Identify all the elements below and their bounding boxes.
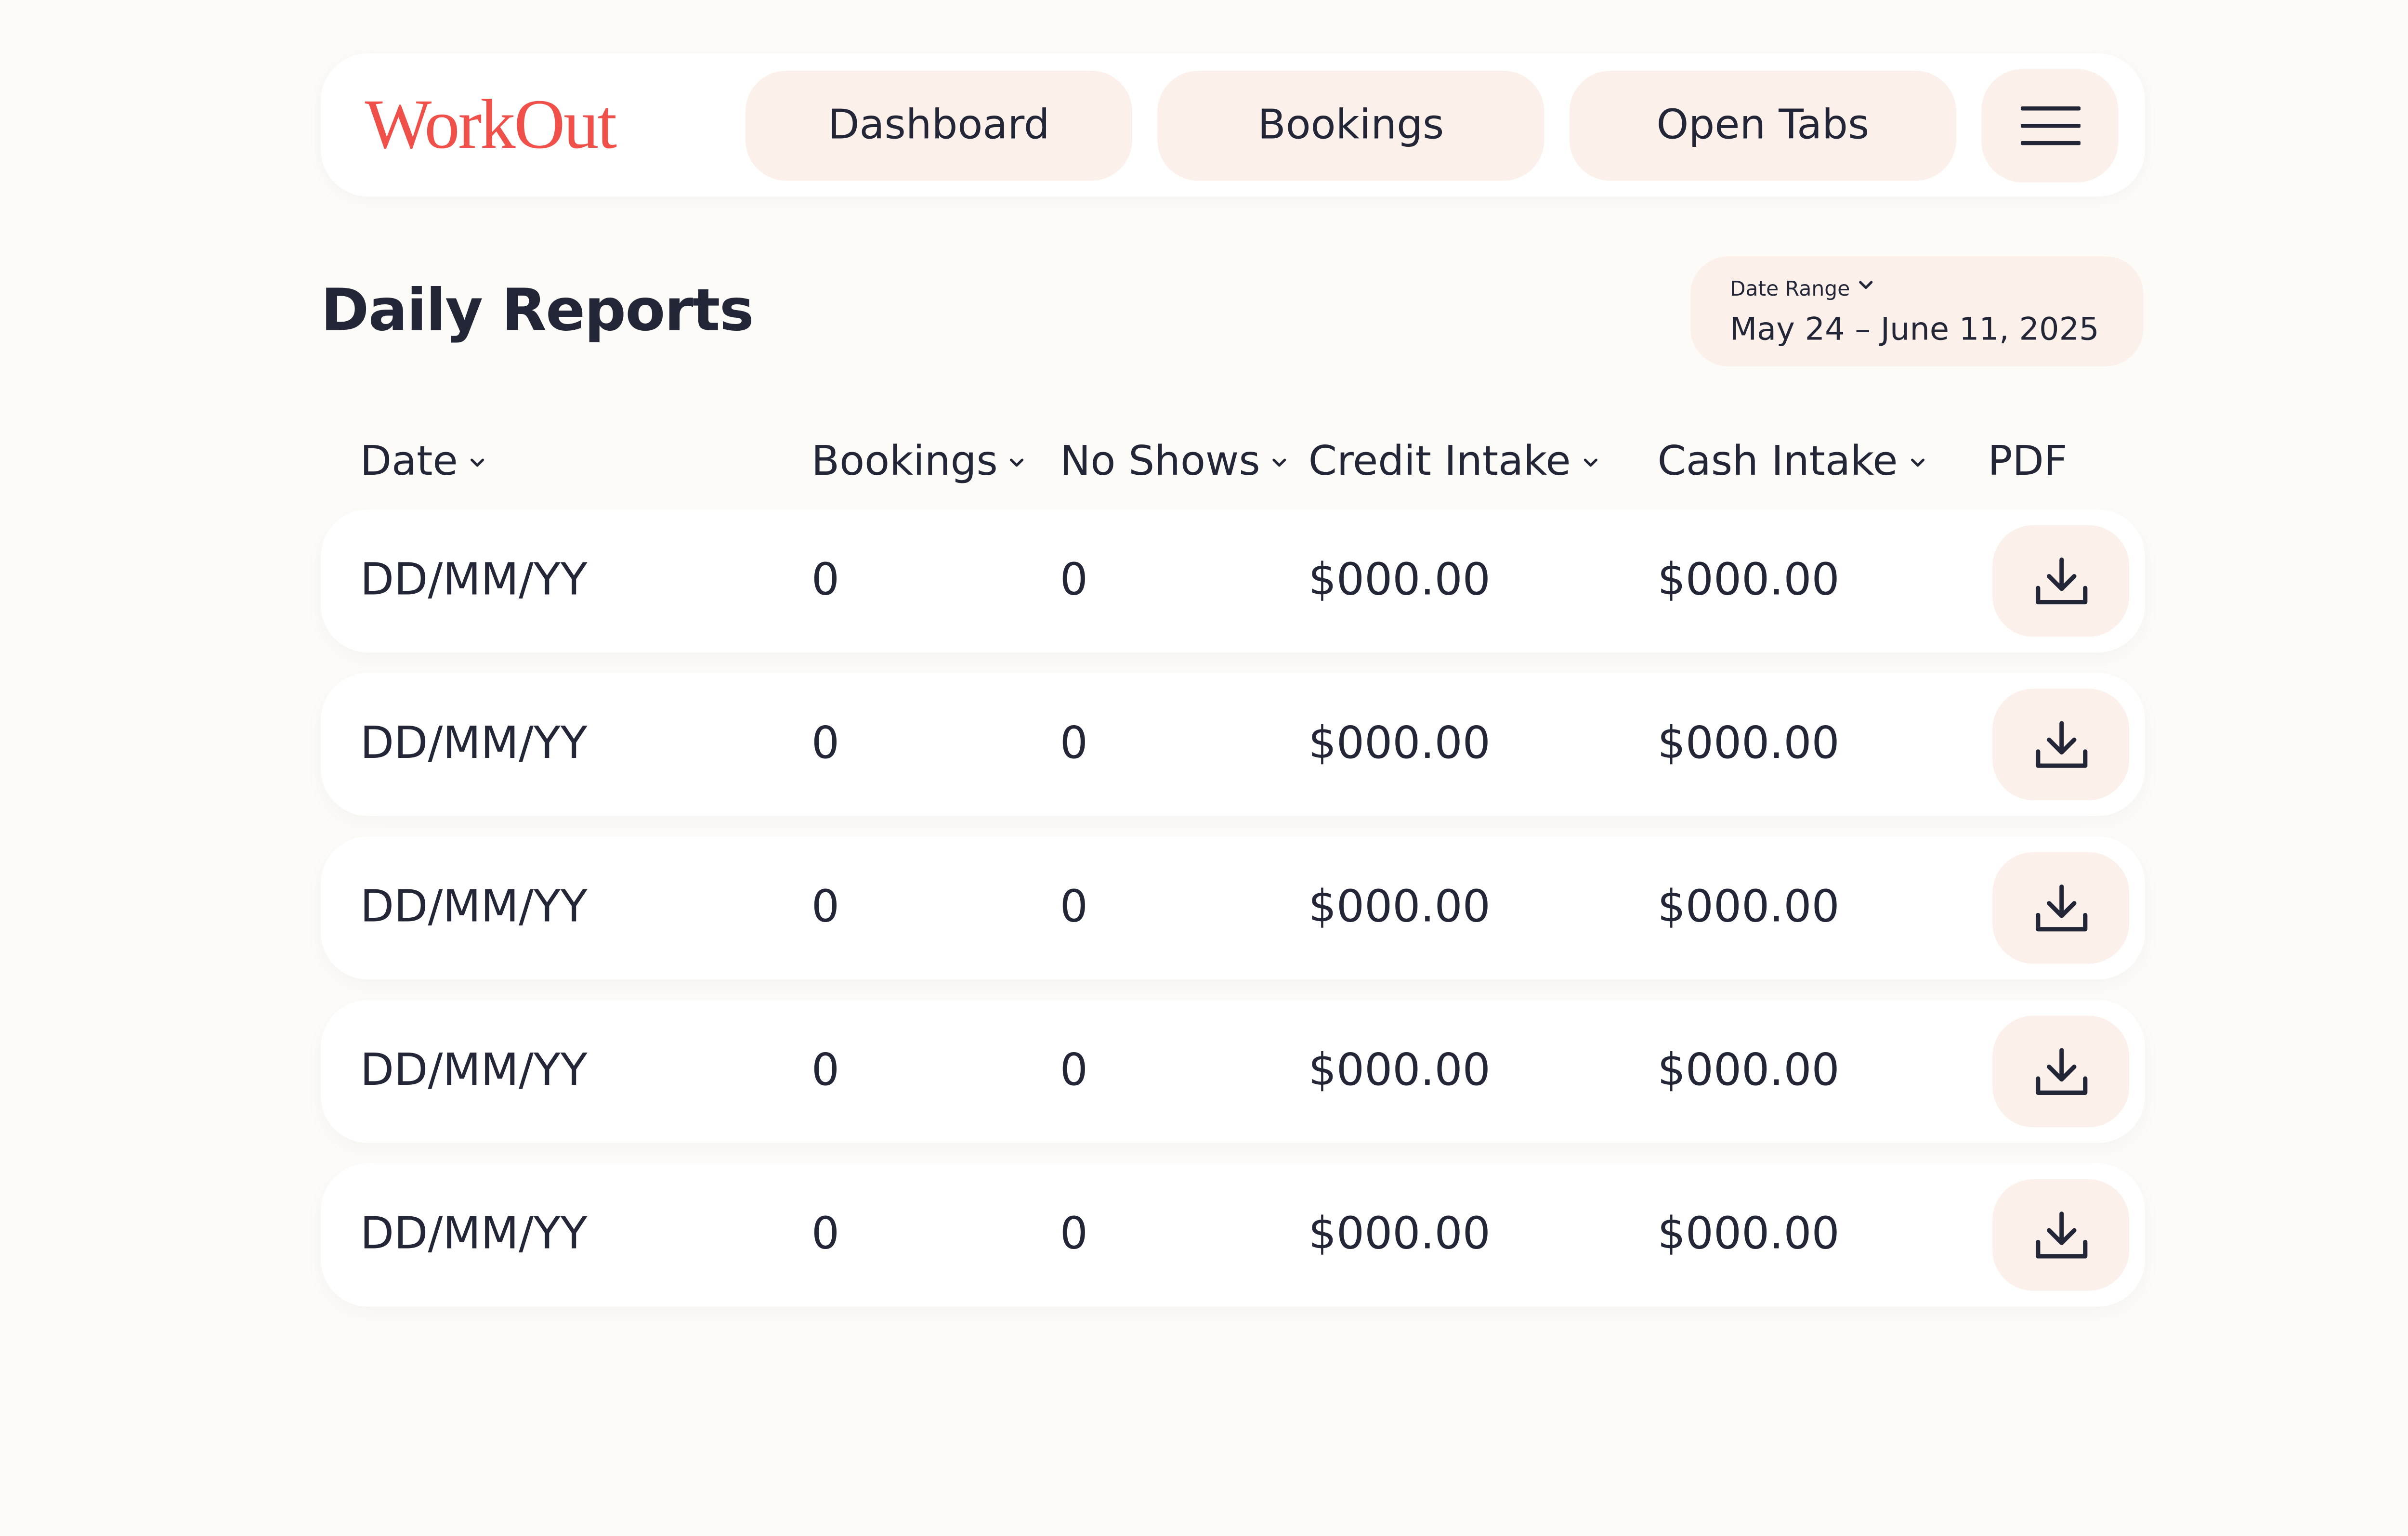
column-header-credit-intake[interactable]: Credit Intake: [1309, 439, 1597, 486]
cell-credit-intake: $000.00: [1308, 1207, 1491, 1260]
download-icon: [2035, 557, 2087, 604]
cell-bookings: 0: [811, 553, 840, 606]
cell-bookings: 0: [811, 716, 840, 769]
column-header-cash-intake-label: Cash Intake: [1657, 439, 1898, 486]
column-header-date-label: Date: [360, 439, 458, 486]
cell-cash-intake: $000.00: [1657, 1044, 1840, 1096]
cell-no-shows: 0: [1060, 716, 1088, 769]
cell-date: DD/MM/YY: [360, 1207, 588, 1260]
hamburger-menu-icon: [2020, 106, 2080, 145]
date-range-value: May 24 – June 11, 2025: [1729, 310, 2099, 348]
pdf-download-button[interactable]: [1992, 689, 2130, 801]
cell-date: DD/MM/YY: [360, 880, 588, 933]
table-row: DD/MM/YY 0 0 $000.00 $000.00: [321, 509, 2145, 653]
cell-date: DD/MM/YY: [360, 1044, 588, 1096]
cell-no-shows: 0: [1060, 553, 1088, 606]
column-header-pdf-label: PDF: [1988, 439, 2068, 486]
chevron-down-icon: [1911, 457, 1924, 466]
table-row: DD/MM/YY 0 0 $000.00 $000.00: [321, 673, 2145, 816]
chevron-down-icon: [1010, 457, 1024, 466]
cell-cash-intake: $000.00: [1657, 880, 1840, 933]
cell-credit-intake: $000.00: [1308, 880, 1491, 933]
chevron-down-icon: [1859, 281, 1873, 289]
date-range-label: Date Range: [1729, 278, 1850, 302]
table-row: DD/MM/YY 0 0 $000.00 $000.00: [321, 836, 2145, 980]
pdf-download-button[interactable]: [1992, 525, 2130, 637]
column-header-cash-intake[interactable]: Cash Intake: [1658, 439, 1924, 486]
cell-cash-intake: $000.00: [1657, 716, 1840, 769]
cell-bookings: 0: [811, 1207, 840, 1260]
top-nav-bar: WorkOut Dashboard Bookings Open Tabs: [321, 53, 2145, 197]
column-header-no-shows-label: No Shows: [1060, 439, 1260, 486]
cell-cash-intake: $000.00: [1657, 553, 1840, 606]
pdf-download-button[interactable]: [1992, 1179, 2130, 1291]
pdf-download-button[interactable]: [1992, 1015, 2130, 1128]
chevron-down-icon: [1273, 457, 1287, 466]
bookings-nav-label: Bookings: [1257, 102, 1444, 150]
chevron-down-icon: [1584, 457, 1597, 466]
column-header-no-shows[interactable]: No Shows: [1060, 439, 1287, 486]
download-icon: [2035, 1211, 2087, 1258]
cell-credit-intake: $000.00: [1308, 1044, 1491, 1096]
page-title: Daily Reports: [321, 276, 754, 345]
cell-bookings: 0: [811, 1044, 840, 1096]
dashboard-nav-label: Dashboard: [828, 102, 1050, 150]
column-header-credit-intake-label: Credit Intake: [1308, 439, 1571, 486]
download-icon: [2035, 884, 2087, 931]
pdf-download-button[interactable]: [1992, 852, 2130, 964]
column-header-bookings-label: Bookings: [811, 439, 998, 486]
download-icon: [2035, 720, 2087, 768]
column-header-date[interactable]: Date: [360, 439, 484, 486]
chevron-down-icon: [471, 457, 484, 466]
cell-credit-intake: $000.00: [1308, 716, 1491, 769]
menu-button[interactable]: [1981, 69, 2119, 182]
bookings-nav-button[interactable]: Bookings: [1157, 70, 1544, 181]
workout-logo[interactable]: WorkOut: [365, 82, 617, 167]
column-header-pdf: PDF: [1988, 439, 2067, 486]
date-range-selector[interactable]: Date Range May 24 – June 11, 2025: [1690, 256, 2144, 366]
table-row: DD/MM/YY 0 0 $000.00 $000.00: [321, 1000, 2145, 1143]
app-canvas: WorkOut Dashboard Bookings Open Tabs Dai…: [0, 0, 2408, 1536]
open-tabs-nav-label: Open Tabs: [1656, 102, 1870, 150]
column-header-bookings[interactable]: Bookings: [811, 439, 1024, 486]
cell-no-shows: 0: [1060, 1207, 1088, 1260]
dashboard-nav-button[interactable]: Dashboard: [745, 70, 1133, 181]
cell-date: DD/MM/YY: [360, 553, 588, 606]
table-row: DD/MM/YY 0 0 $000.00 $000.00: [321, 1163, 2145, 1307]
open-tabs-nav-button[interactable]: Open Tabs: [1569, 70, 1957, 181]
cell-date: DD/MM/YY: [360, 716, 588, 769]
cell-bookings: 0: [811, 880, 840, 933]
cell-no-shows: 0: [1060, 1044, 1088, 1096]
cell-cash-intake: $000.00: [1657, 1207, 1840, 1260]
cell-credit-intake: $000.00: [1308, 553, 1491, 606]
cell-no-shows: 0: [1060, 880, 1088, 933]
download-icon: [2035, 1047, 2087, 1094]
